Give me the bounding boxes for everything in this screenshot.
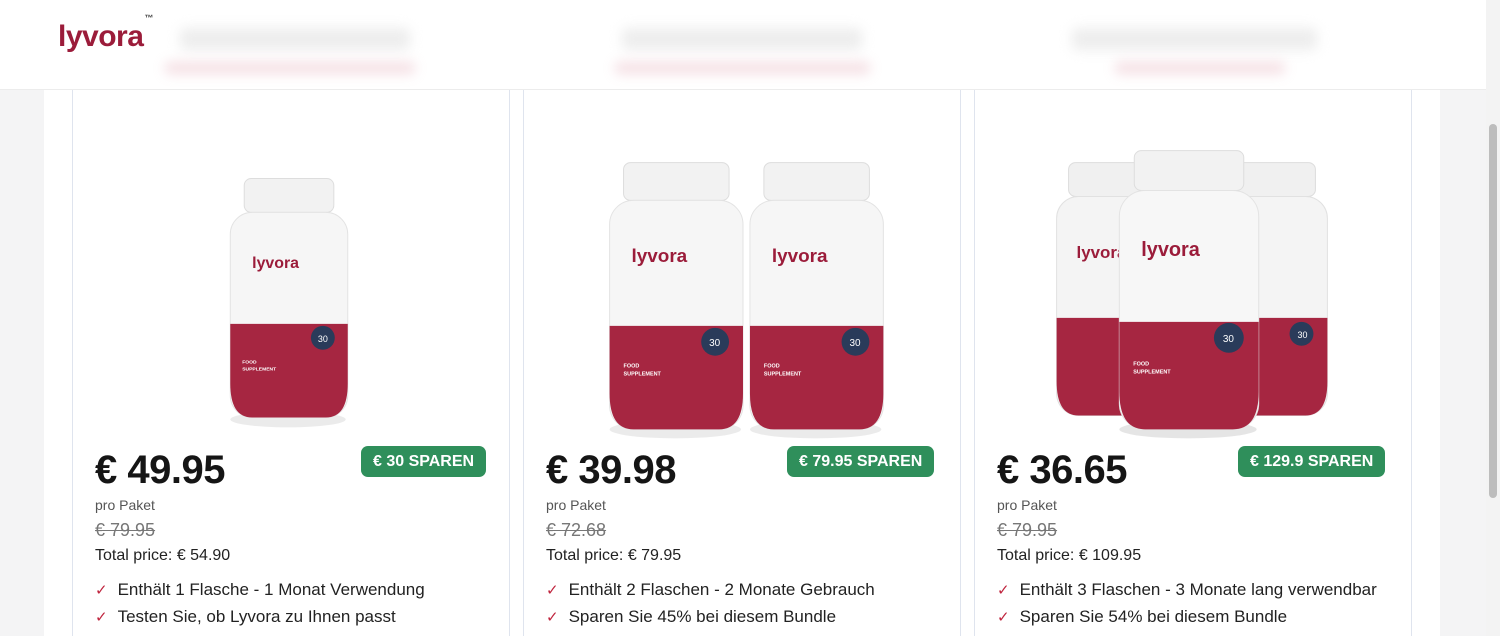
per-package-label: pro Paket (546, 497, 606, 513)
feature-item: ✓ Sparen Sie 54% bei diesem Bundle (997, 607, 1288, 626)
total-price: Total price: € 79.95 (546, 547, 682, 564)
save-badge: € 30 SPAREN (361, 446, 487, 477)
svg-text:SUPPLEMENT: SUPPLEMENT (242, 367, 276, 373)
check-icon: ✓ (95, 582, 108, 599)
svg-text:30: 30 (1298, 330, 1308, 340)
svg-text:30: 30 (318, 334, 328, 344)
site-header: lyvora™ (0, 0, 1486, 90)
svg-text:SUPPLEMENT: SUPPLEMENT (1133, 370, 1171, 376)
svg-text:lyvora: lyvora (252, 255, 299, 272)
blurred-heading (1072, 28, 1317, 50)
bottle-2b: lyvora FOOD SUPPLEMENT 30 (749, 162, 884, 439)
svg-text:FOOD: FOOD (764, 364, 780, 370)
product-card-1[interactable]: lyvora FOOD SUPPLEMENT 30 € 49.95 € 30 S… (72, 90, 510, 636)
svg-text:SUPPLEMENT: SUPPLEMENT (764, 372, 802, 378)
save-badge: € 129.9 SPAREN (1238, 446, 1386, 477)
old-price: € 79.95 (95, 520, 156, 540)
feature-item: ✓ Sparen Sie 45% bei diesem Bundle (546, 607, 837, 626)
feature-item: ✓ Testen Sie, ob Lyvora zu Ihnen passt (95, 607, 396, 626)
old-price: € 79.95 (997, 520, 1058, 540)
per-package-label: pro Paket (997, 497, 1057, 513)
svg-text:lyvora: lyvora (1141, 239, 1201, 261)
total-price: Total price: € 54.90 (95, 547, 231, 564)
blurred-subheading (615, 62, 870, 74)
feature-item: ✓ Enthält 3 Flaschen - 3 Monate lang verw… (997, 580, 1377, 599)
check-icon: ✓ (997, 609, 1010, 626)
bottle-image-2: lyvora FOOD SUPPLEMENT 30 lyvora FOOD SU… (609, 162, 884, 439)
price: € 39.98 (546, 448, 676, 492)
per-package-label: pro Paket (95, 497, 155, 513)
blurred-subheading (165, 62, 415, 74)
feature-item: ✓ Enthält 2 Flaschen - 2 Monate Gebrauch (546, 580, 875, 599)
svg-text:lyvora: lyvora (632, 246, 688, 267)
blurred-heading (622, 28, 862, 50)
bottle-image-3: lyvora 30 lyvora FOOD SUPPLEMENT 30 (1056, 150, 1328, 439)
product-card-3[interactable]: lyvora 30 lyvora FOOD SUPPLEMENT 30 € 36… (974, 90, 1412, 636)
svg-text:30: 30 (709, 338, 721, 349)
brand-logo[interactable]: lyvora™ (58, 13, 153, 54)
bottle-2a: lyvora FOOD SUPPLEMENT 30 (609, 162, 744, 439)
old-price: € 72.68 (546, 520, 607, 540)
save-badge: € 79.95 SPAREN (787, 446, 935, 477)
svg-text:FOOD: FOOD (242, 360, 257, 366)
scrollbar-thumb[interactable] (1489, 124, 1497, 498)
price: € 36.65 (997, 448, 1127, 492)
check-icon: ✓ (546, 609, 559, 626)
svg-text:SUPPLEMENT: SUPPLEMENT (624, 372, 662, 378)
check-icon: ✓ (997, 582, 1010, 599)
bottle-1: lyvora FOOD SUPPLEMENT 30 (229, 178, 349, 428)
check-icon: ✓ (95, 609, 108, 626)
product-card-2[interactable]: lyvora FOOD SUPPLEMENT 30 lyvora FOOD SU… (523, 90, 961, 636)
blurred-heading (180, 28, 410, 50)
svg-text:30: 30 (850, 338, 862, 349)
bottle-image-1: lyvora FOOD SUPPLEMENT 30 (229, 178, 349, 428)
svg-text:FOOD: FOOD (624, 364, 640, 370)
bottle-3b: lyvora FOOD SUPPLEMENT 30 (1118, 150, 1260, 439)
feature-item: ✓ Enthält 1 Flasche - 1 Monat Verwendung (95, 580, 425, 599)
scrollbar[interactable] (1486, 0, 1500, 636)
svg-text:FOOD: FOOD (1133, 362, 1149, 368)
total-price: Total price: € 109.95 (997, 547, 1142, 564)
price: € 49.95 (95, 448, 225, 492)
svg-text:30: 30 (1223, 334, 1235, 345)
blurred-subheading (1115, 62, 1285, 74)
check-icon: ✓ (546, 582, 559, 599)
svg-text:lyvora: lyvora (772, 246, 828, 267)
